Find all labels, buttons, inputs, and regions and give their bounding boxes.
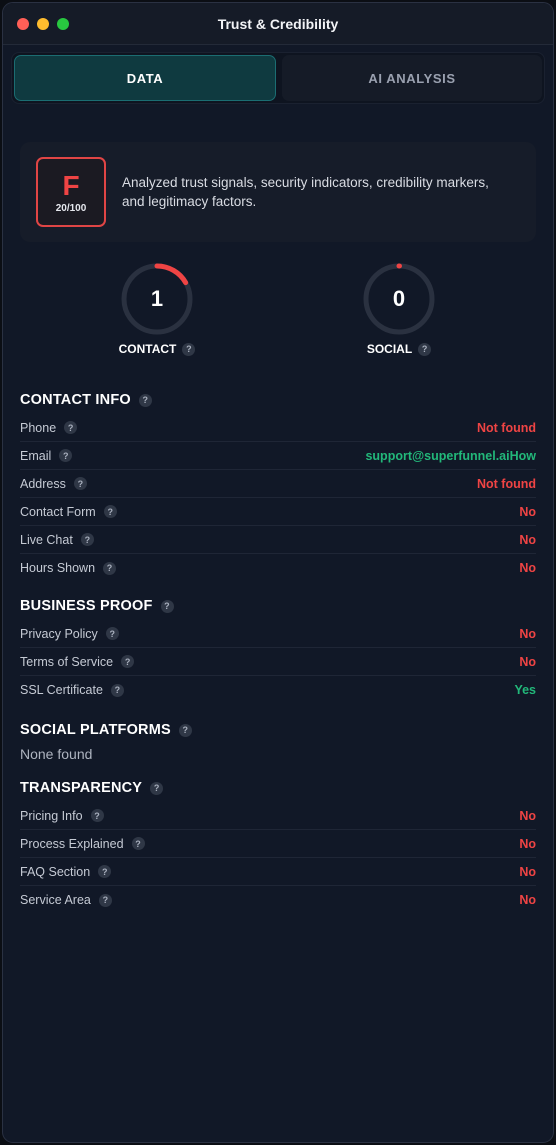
row-label: Hours Shown (20, 561, 96, 575)
social-gauge-ring: 0 (360, 260, 438, 338)
grade-badge: F 20/100 (36, 157, 106, 227)
row-label: Service Area (20, 893, 91, 907)
row-contact-form: Contact Form? No (20, 498, 536, 526)
help-icon[interactable]: ? (182, 342, 196, 356)
transparency-list: Pricing Info? No Process Explained? No F… (20, 802, 536, 914)
tab-ai-analysis[interactable]: AI ANALYSIS (282, 55, 542, 101)
contact-gauge-ring: 1 (118, 260, 196, 338)
row-email: Email? support@superfunnel.aiHow (20, 442, 536, 470)
row-value: No (519, 893, 536, 907)
help-icon[interactable]: ? (150, 781, 164, 795)
row-label: Live Chat (20, 532, 73, 547)
section-title: CONTACT INFO (20, 392, 131, 408)
row-service-area: Service Area? No (20, 886, 536, 914)
help-icon[interactable]: ? (73, 477, 87, 490)
business-proof-list: Privacy Policy? No Terms of Service? No … (20, 620, 536, 704)
grade-score: 20/100 (55, 202, 87, 214)
help-icon[interactable]: ? (110, 683, 124, 697)
help-icon[interactable]: ? (131, 837, 145, 850)
help-icon[interactable]: ? (178, 723, 192, 737)
row-value: No (519, 864, 536, 879)
help-icon[interactable]: ? (103, 561, 117, 575)
help-icon[interactable]: ? (98, 893, 112, 907)
row-value: No (519, 836, 536, 851)
row-label: Pricing Info (20, 808, 83, 823)
help-icon[interactable]: ? (98, 865, 112, 878)
help-icon[interactable]: ? (59, 449, 73, 462)
row-label: Address (20, 476, 66, 491)
row-live-chat: Live Chat? No (20, 526, 536, 554)
social-gauge-label-row: SOCIAL ? (366, 342, 432, 356)
social-gauge-label: SOCIAL (366, 342, 413, 356)
help-icon[interactable]: ? (138, 393, 152, 407)
minimize-window-button[interactable] (37, 18, 49, 30)
row-faq-section: FAQ Section? No (20, 858, 536, 886)
close-window-button[interactable] (17, 18, 29, 30)
social-platforms-empty: None found (20, 746, 93, 762)
row-value: No (519, 532, 536, 547)
app-window: Trust & Credibility DATA AI ANALYSIS F 2… (2, 2, 554, 1143)
contact-gauge: 1 CONTACT ? (20, 260, 278, 380)
window-controls (17, 18, 69, 30)
score-description: Analyzed trust signals, security indicat… (122, 175, 489, 209)
help-icon[interactable]: ? (103, 505, 117, 518)
tab-bar: DATA AI ANALYSIS (11, 52, 545, 104)
row-pricing-info: Pricing Info? No (20, 802, 536, 830)
section-title: BUSINESS PROOF (20, 598, 153, 614)
social-gauge: 0 SOCIAL ? (278, 260, 536, 380)
help-icon[interactable]: ? (160, 599, 174, 613)
row-label: Privacy Policy (20, 626, 98, 641)
row-value: No (519, 808, 536, 823)
row-value: No (519, 561, 536, 575)
tab-data[interactable]: DATA (14, 55, 276, 101)
row-value: Yes (514, 683, 536, 697)
section-title: SOCIAL PLATFORMS (20, 722, 171, 738)
row-label: Email (20, 448, 52, 463)
row-hours-shown: Hours Shown? No (20, 554, 536, 582)
help-icon[interactable]: ? (121, 655, 135, 668)
row-value: No (519, 626, 536, 641)
row-phone: Phone? Not found (20, 414, 536, 442)
section-business-proof: BUSINESS PROOF ? (20, 598, 536, 614)
section-transparency: TRANSPARENCY ? (20, 780, 536, 796)
row-value: support@superfunnel.aiHow (365, 448, 536, 463)
row-ssl-certificate: SSL Certificate? Yes (20, 676, 536, 704)
contact-gauge-label-row: CONTACT ? (119, 342, 196, 356)
gauges: 1 CONTACT ? 0 SOCIAL ? (20, 260, 536, 380)
contact-info-list: Phone? Not found Email? support@superfun… (20, 414, 536, 582)
section-social-platforms: SOCIAL PLATFORMS ? (20, 722, 536, 738)
help-icon[interactable]: ? (418, 342, 432, 356)
row-label: FAQ Section (20, 864, 91, 879)
title-bar[interactable]: Trust & Credibility (3, 3, 553, 45)
contact-gauge-value: 1 (150, 286, 164, 311)
row-label: Phone (20, 420, 57, 435)
row-label: Terms of Service (20, 654, 114, 669)
help-icon[interactable]: ? (64, 421, 78, 434)
row-address: Address? Not found (20, 470, 536, 498)
row-terms-of-service: Terms of Service? No (20, 648, 536, 676)
window-title: Trust & Credibility (217, 15, 339, 32)
section-title: TRANSPARENCY (20, 780, 143, 796)
row-value: Not found (476, 476, 536, 491)
score-card: F 20/100 Analyzed trust signals, securit… (20, 142, 536, 242)
help-icon[interactable]: ? (80, 533, 94, 546)
row-value: No (519, 654, 536, 669)
row-label: Contact Form (20, 504, 96, 519)
row-value: No (519, 504, 536, 519)
social-gauge-value: 0 (392, 286, 406, 311)
main-content: F 20/100 Analyzed trust signals, securit… (3, 142, 553, 914)
row-privacy-policy: Privacy Policy? No (20, 620, 536, 648)
maximize-window-button[interactable] (57, 18, 69, 30)
row-process-explained: Process Explained? No (20, 830, 536, 858)
section-contact-info: CONTACT INFO ? (20, 392, 536, 408)
contact-gauge-label: CONTACT (118, 342, 177, 356)
row-label: Process Explained (20, 836, 124, 851)
help-icon[interactable]: ? (105, 627, 119, 640)
help-icon[interactable]: ? (90, 809, 104, 822)
grade-letter: F (62, 169, 80, 201)
row-value: Not found (476, 420, 536, 435)
row-label: SSL Certificate (20, 683, 103, 697)
